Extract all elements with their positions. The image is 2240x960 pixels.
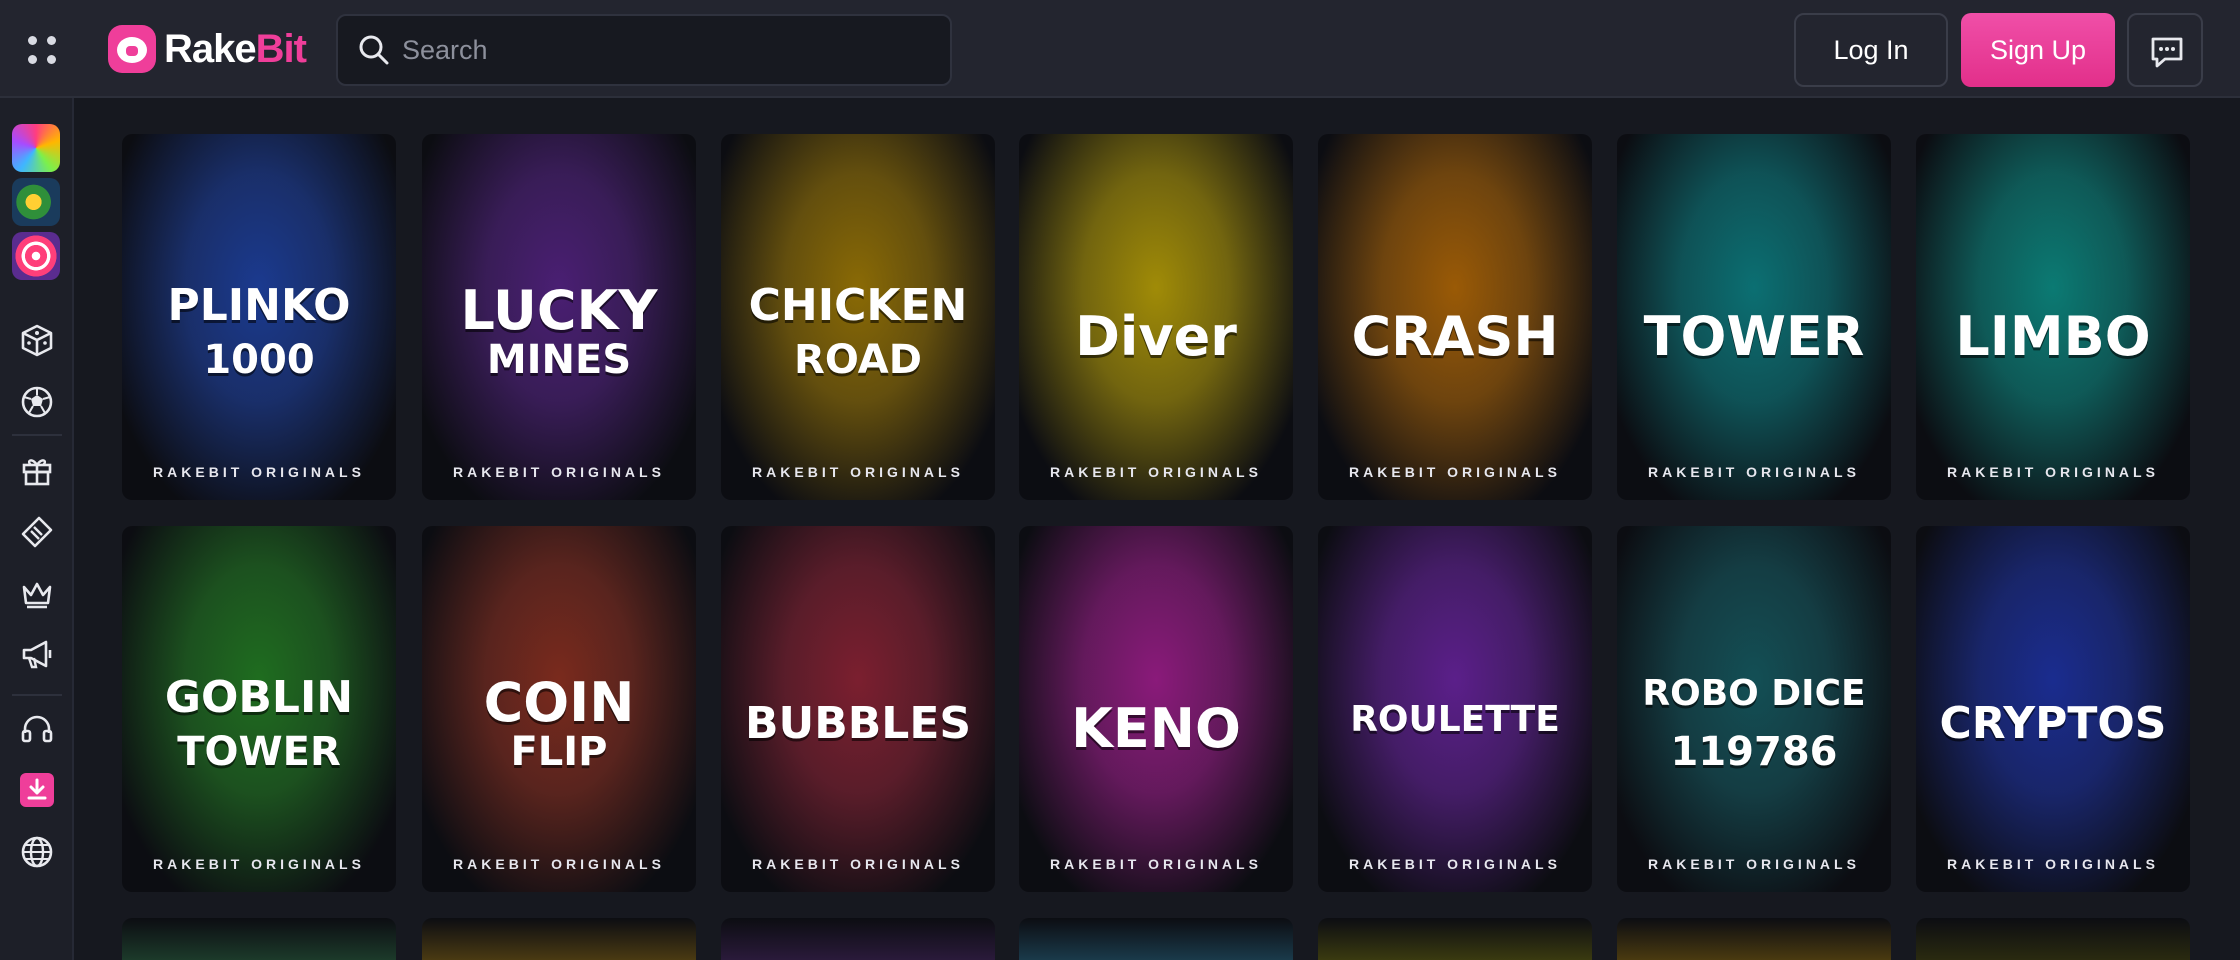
game-card[interactable]: COIN FLIP RAKEBIT ORIGINALS bbox=[422, 526, 696, 892]
game-tag: RAKEBIT ORIGINALS bbox=[153, 464, 365, 480]
game-title: COIN bbox=[483, 671, 635, 734]
game-subtitle: TOWER bbox=[177, 729, 341, 775]
game-title: BUBBLES bbox=[744, 698, 972, 749]
game-title: CRYPTOS bbox=[1939, 698, 2167, 749]
game-subtitle: MINES bbox=[486, 337, 632, 383]
search-bar[interactable] bbox=[336, 14, 952, 86]
game-card-partial[interactable] bbox=[1617, 918, 1891, 960]
dice-icon[interactable] bbox=[17, 320, 57, 360]
game-tag: RAKEBIT ORIGINALS bbox=[752, 856, 964, 872]
brand-logo[interactable]: RakeBit bbox=[108, 22, 307, 76]
game-card-partial[interactable] bbox=[1916, 918, 2190, 960]
game-tag: RAKEBIT ORIGINALS bbox=[1050, 464, 1262, 480]
bear-logo-icon bbox=[108, 25, 156, 73]
game-card[interactable]: LUCKY MINES RAKEBIT ORIGINALS bbox=[422, 134, 696, 500]
login-button[interactable]: Log In bbox=[1794, 13, 1948, 87]
game-tag: RAKEBIT ORIGINALS bbox=[1349, 856, 1561, 872]
featured-game-1[interactable] bbox=[12, 124, 60, 172]
game-tag: RAKEBIT ORIGINALS bbox=[453, 856, 665, 872]
game-card[interactable]: ROULETTE RAKEBIT ORIGINALS bbox=[1318, 526, 1592, 892]
featured-game-3[interactable] bbox=[12, 232, 60, 280]
game-subtitle: 119786 bbox=[1670, 729, 1838, 775]
chat-button[interactable] bbox=[2127, 13, 2203, 87]
game-subtitle: FLIP bbox=[510, 729, 608, 775]
game-title: CHICKEN bbox=[748, 280, 968, 331]
sidebar-divider bbox=[12, 434, 62, 436]
game-tag: RAKEBIT ORIGINALS bbox=[1648, 464, 1860, 480]
game-card[interactable]: GOBLIN TOWER RAKEBIT ORIGINALS bbox=[122, 526, 396, 892]
signup-button[interactable]: Sign Up bbox=[1961, 13, 2115, 87]
game-title: Diver bbox=[1075, 305, 1237, 368]
crown-icon[interactable] bbox=[17, 574, 57, 614]
game-tag: RAKEBIT ORIGINALS bbox=[1050, 856, 1262, 872]
game-tag: RAKEBIT ORIGINALS bbox=[1648, 856, 1860, 872]
game-card-partial[interactable] bbox=[1318, 918, 1592, 960]
game-card-partial[interactable] bbox=[1019, 918, 1293, 960]
game-card[interactable]: CRYPTOS RAKEBIT ORIGINALS bbox=[1916, 526, 2190, 892]
game-card-partial[interactable] bbox=[122, 918, 396, 960]
game-title: GOBLIN bbox=[164, 672, 354, 723]
game-title: TOWER bbox=[1643, 305, 1865, 368]
chat-icon bbox=[2151, 37, 2183, 68]
game-card[interactable]: PLINKO 1000 RAKEBIT ORIGINALS bbox=[122, 134, 396, 500]
featured-game-2[interactable] bbox=[12, 178, 60, 226]
game-card-partial[interactable] bbox=[721, 918, 995, 960]
soccer-ball-icon[interactable] bbox=[17, 382, 57, 422]
game-card[interactable]: ROBO DICE 119786 RAKEBIT ORIGINALS bbox=[1617, 526, 1891, 892]
gift-icon[interactable] bbox=[17, 450, 57, 490]
ticket-icon[interactable] bbox=[17, 512, 57, 552]
game-card-partial[interactable] bbox=[422, 918, 696, 960]
search-input[interactable] bbox=[402, 16, 932, 84]
game-subtitle: 1000 bbox=[203, 337, 315, 383]
top-bar: RakeBit Log In Sign Up bbox=[0, 0, 2240, 98]
megaphone-icon[interactable] bbox=[17, 634, 57, 674]
game-card[interactable]: CHICKEN ROAD RAKEBIT ORIGINALS bbox=[721, 134, 995, 500]
game-tag: RAKEBIT ORIGINALS bbox=[1947, 856, 2159, 872]
game-title: LUCKY bbox=[460, 279, 658, 342]
game-tag: RAKEBIT ORIGINALS bbox=[752, 464, 964, 480]
game-card[interactable]: LIMBO RAKEBIT ORIGINALS bbox=[1916, 134, 2190, 500]
globe-icon[interactable] bbox=[17, 832, 57, 872]
game-tag: RAKEBIT ORIGINALS bbox=[153, 856, 365, 872]
game-title: KENO bbox=[1071, 697, 1241, 760]
game-card[interactable]: Diver RAKEBIT ORIGINALS bbox=[1019, 134, 1293, 500]
game-title: ROULETTE bbox=[1350, 699, 1560, 740]
sidebar bbox=[0, 98, 74, 960]
game-subtitle: ROAD bbox=[794, 337, 922, 383]
game-title: CRASH bbox=[1351, 305, 1559, 368]
headset-icon[interactable] bbox=[17, 710, 57, 750]
game-card[interactable]: TOWER RAKEBIT ORIGINALS bbox=[1617, 134, 1891, 500]
game-card[interactable]: BUBBLES RAKEBIT ORIGINALS bbox=[721, 526, 995, 892]
sidebar-divider bbox=[12, 694, 62, 696]
game-tag: RAKEBIT ORIGINALS bbox=[1349, 464, 1561, 480]
apps-menu-icon[interactable] bbox=[22, 30, 60, 68]
game-title: PLINKO bbox=[167, 280, 351, 331]
search-icon bbox=[359, 35, 389, 65]
game-tag: RAKEBIT ORIGINALS bbox=[1947, 464, 2159, 480]
game-card[interactable]: KENO RAKEBIT ORIGINALS bbox=[1019, 526, 1293, 892]
download-icon[interactable] bbox=[17, 770, 57, 810]
brand-name: RakeBit bbox=[164, 26, 307, 71]
game-title: LIMBO bbox=[1955, 305, 2151, 368]
game-tag: RAKEBIT ORIGINALS bbox=[453, 464, 665, 480]
game-card[interactable]: CRASH RAKEBIT ORIGINALS bbox=[1318, 134, 1592, 500]
game-title: ROBO DICE bbox=[1642, 673, 1866, 714]
